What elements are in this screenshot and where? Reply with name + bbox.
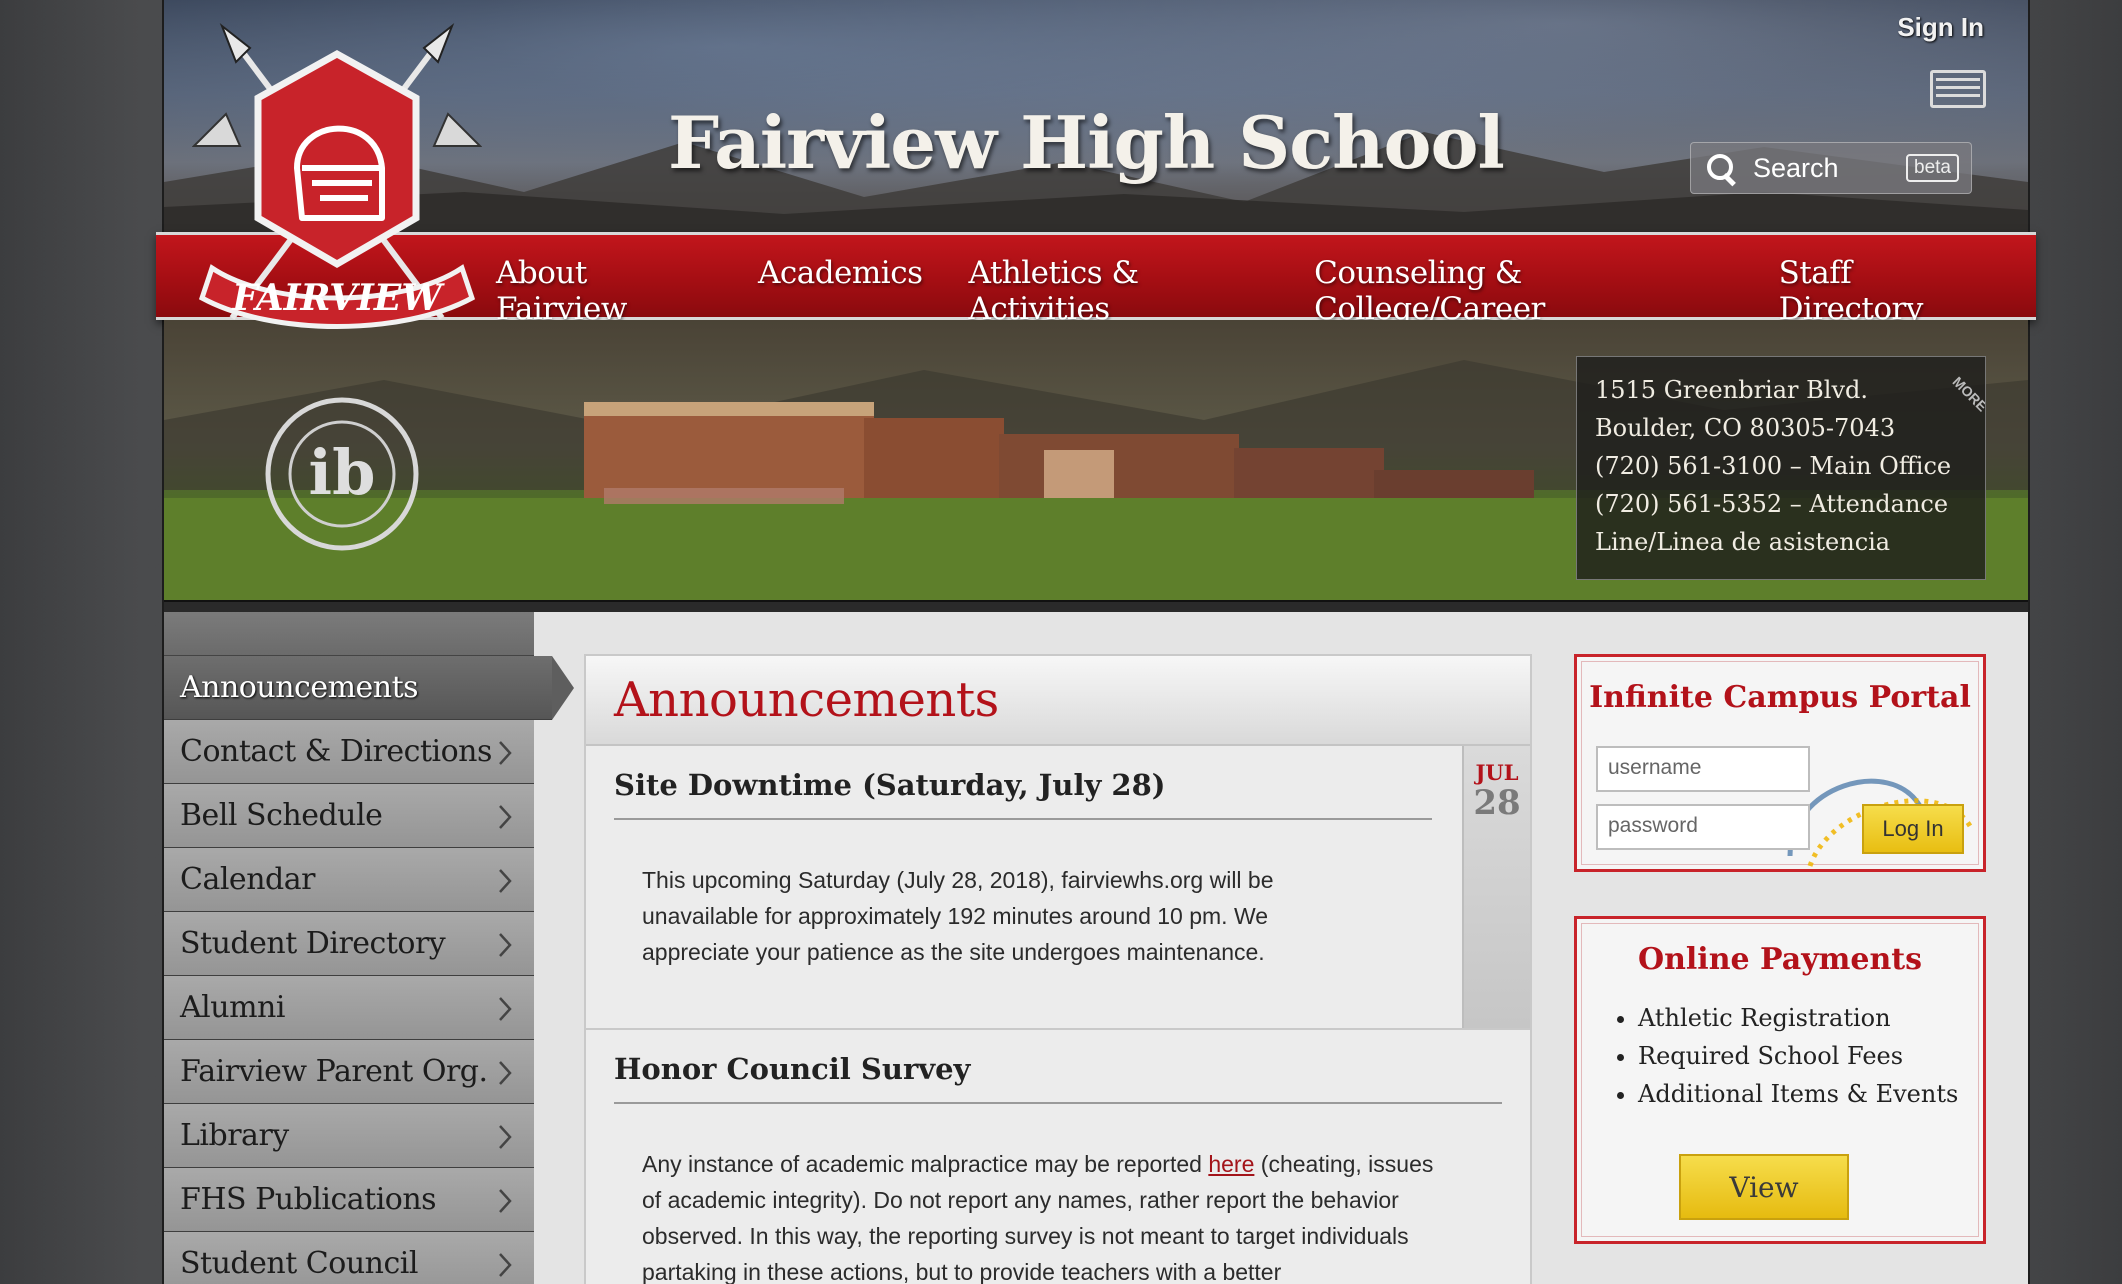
sidebar-item-announcements[interactable]: Announcements bbox=[164, 656, 574, 720]
campus-photo-banner: ib MORE 1515 Greenbriar Blvd. Boulder, C… bbox=[164, 320, 2028, 602]
post-body-text: (cheating, issues bbox=[1254, 1151, 1434, 1177]
chevron-right-icon bbox=[499, 1189, 512, 1213]
search-button[interactable]: Search beta bbox=[1690, 142, 1972, 194]
post-body: This upcoming Saturday (July 28, 2018), … bbox=[642, 862, 1274, 970]
post-body-line: partaking in these actions, but to provi… bbox=[642, 1259, 1282, 1284]
search-icon bbox=[1699, 146, 1743, 190]
phone-main-office[interactable]: (720) 561-3100 – Main Office bbox=[1595, 447, 1967, 485]
sidebar-item-parent-org[interactable]: Fairview Parent Org. bbox=[164, 1040, 534, 1104]
grid-menu-icon[interactable] bbox=[1930, 70, 1986, 108]
chevron-right-icon bbox=[499, 997, 512, 1021]
sidebar-item-label: Fairview Parent Org. bbox=[180, 1054, 488, 1089]
sidebar-item-label: Student Directory bbox=[180, 926, 446, 961]
post-body-line: of academic integrity). Do not report an… bbox=[642, 1187, 1399, 1213]
chevron-right-icon bbox=[499, 741, 512, 765]
post-date-day: 28 bbox=[1473, 783, 1521, 823]
post-body-line: unavailable for approximately 192 minute… bbox=[642, 903, 1269, 929]
chevron-right-icon bbox=[499, 1125, 512, 1149]
online-payments-widget: Online Payments Athletic Registration Re… bbox=[1574, 916, 1986, 1244]
announcements-header: Announcements bbox=[586, 656, 1530, 746]
sidebar-item-label: Contact & Directions bbox=[180, 734, 492, 769]
sidebar-item-label: Student Council bbox=[180, 1246, 418, 1281]
phone-attendance[interactable]: (720) 561-5352 – Attendance bbox=[1595, 485, 1967, 523]
announcement-post: Honor Council Survey Any instance of aca… bbox=[586, 1030, 1530, 1284]
nav-item-athletics[interactable]: Athletics & Activities bbox=[969, 255, 1269, 327]
sidebar-item-label: Bell Schedule bbox=[180, 798, 383, 833]
sidebar-item-label: Announcements bbox=[180, 670, 419, 705]
sidebar-item-label: Alumni bbox=[180, 990, 285, 1025]
sign-in-link[interactable]: Sign In bbox=[1897, 12, 1984, 43]
post-body-line: This upcoming Saturday (July 28, 2018), … bbox=[642, 867, 1274, 893]
post-body-line: observed. In this way, the reporting sur… bbox=[642, 1223, 1409, 1249]
post-body-line: Any instance of academic malpractice may… bbox=[642, 1146, 1433, 1182]
chevron-right-icon bbox=[499, 1061, 512, 1085]
more-label: MORE bbox=[1949, 373, 1985, 415]
username-input[interactable]: username bbox=[1596, 746, 1810, 792]
view-payments-button[interactable]: View bbox=[1679, 1154, 1849, 1220]
widget-inner: Online Payments Athletic Registration Re… bbox=[1581, 923, 1979, 1237]
address-line-street: 1515 Greenbriar Blvd. bbox=[1595, 376, 1868, 404]
sidebar-item-calendar[interactable]: Calendar bbox=[164, 848, 534, 912]
logo-ribbon-text: FAIRVIEW bbox=[231, 277, 445, 319]
payment-item-athletic-registration: Athletic Registration bbox=[1638, 999, 1978, 1037]
password-input[interactable]: password bbox=[1596, 804, 1810, 850]
sidebar-item-contact-directions[interactable]: Contact & Directions bbox=[164, 720, 534, 784]
post-title[interactable]: Honor Council Survey bbox=[614, 1052, 970, 1086]
widget-inner: Infinite Campus Portal username password… bbox=[1581, 661, 1979, 867]
sidebar-item-fhs-publications[interactable]: FHS Publications bbox=[164, 1168, 534, 1232]
portal-title: Infinite Campus Portal bbox=[1589, 680, 1971, 715]
announcement-post: Site Downtime (Saturday, July 28) This u… bbox=[586, 746, 1530, 1030]
sidebar-item-label: FHS Publications bbox=[180, 1182, 437, 1217]
school-address-card[interactable]: MORE 1515 Greenbriar Blvd. Boulder, CO 8… bbox=[1576, 356, 1986, 580]
beta-badge: beta bbox=[1906, 154, 1959, 182]
phone-attendance-note: Line/Linea de asistencia bbox=[1595, 528, 1891, 556]
page-title: Announcements bbox=[614, 672, 999, 728]
ib-world-school-badge: ib bbox=[265, 397, 419, 551]
nav-item-counseling[interactable]: Counseling & College/Career bbox=[1314, 255, 1732, 327]
sidebar-item-student-directory[interactable]: Student Directory bbox=[164, 912, 534, 976]
post-body-line: appreciate your patience as the site und… bbox=[642, 939, 1265, 965]
chevron-right-icon bbox=[499, 1253, 512, 1277]
post-body: Any instance of academic malpractice may… bbox=[642, 1146, 1433, 1284]
more-tag[interactable]: MORE bbox=[1919, 357, 1985, 423]
sidebar-item-label: Calendar bbox=[180, 862, 315, 897]
address-line-city: Boulder, CO 80305-7043 bbox=[1595, 414, 1896, 442]
chevron-right-icon bbox=[499, 805, 512, 829]
post-body-text: Any instance of academic malpractice may… bbox=[642, 1151, 1209, 1177]
knight-helmet-shield-logo[interactable]: FAIRVIEW bbox=[192, 18, 482, 344]
post-divider bbox=[614, 1102, 1502, 1104]
sidebar-item-library[interactable]: Library bbox=[164, 1104, 534, 1168]
search-label: Search bbox=[1753, 152, 1839, 183]
site-title[interactable]: Fairview High School bbox=[668, 100, 1505, 185]
payment-item-additional-items: Additional Items & Events bbox=[1638, 1075, 1978, 1113]
report-here-link[interactable]: here bbox=[1208, 1151, 1254, 1177]
sidebar-item-alumni[interactable]: Alumni bbox=[164, 976, 534, 1040]
login-button[interactable]: Log In bbox=[1862, 804, 1964, 854]
sidebar-nav: Announcements Contact & Directions Bell … bbox=[164, 612, 574, 1284]
sidebar-item-bell-schedule[interactable]: Bell Schedule bbox=[164, 784, 534, 848]
post-date-tab: JUL 28 bbox=[1462, 746, 1530, 1028]
announcements-panel: Announcements Site Downtime (Saturday, J… bbox=[584, 654, 1532, 1284]
infinite-campus-widget: Infinite Campus Portal username password… bbox=[1574, 654, 1986, 872]
sidebar-item-label: Library bbox=[180, 1118, 289, 1153]
chevron-right-icon bbox=[499, 869, 512, 893]
chevron-right-icon bbox=[499, 933, 512, 957]
post-title[interactable]: Site Downtime (Saturday, July 28) bbox=[614, 768, 1165, 802]
payments-title: Online Payments bbox=[1637, 942, 1923, 977]
sidebar-item-student-council[interactable]: Student Council bbox=[164, 1232, 534, 1284]
post-divider bbox=[614, 818, 1432, 820]
payment-item-school-fees: Required School Fees bbox=[1638, 1037, 1978, 1075]
payments-list: Athletic Registration Required School Fe… bbox=[1638, 999, 1978, 1113]
ib-letters: ib bbox=[309, 436, 376, 509]
nav-item-academics[interactable]: Academics bbox=[758, 255, 923, 327]
post-date-month: JUL bbox=[1475, 760, 1519, 785]
nav-item-about[interactable]: About Fairview bbox=[496, 255, 712, 327]
nav-item-staff-directory[interactable]: Staff Directory bbox=[1779, 255, 1990, 327]
sidebar-header bbox=[164, 612, 534, 656]
